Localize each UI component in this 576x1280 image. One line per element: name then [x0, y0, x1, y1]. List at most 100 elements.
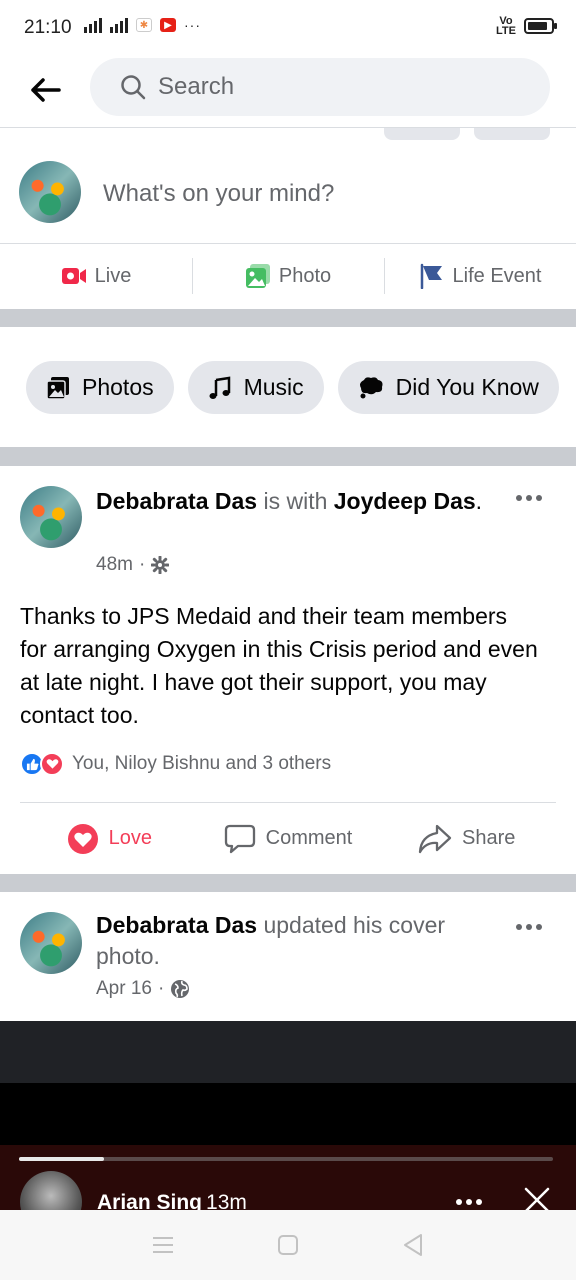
post-header: Debabrata Das updated his cover photo. A…: [0, 892, 576, 1021]
post-meta: 48m ·: [96, 554, 170, 576]
more-dot-icon: [476, 1199, 482, 1205]
status-left-icons: ✱ ▶ ···: [84, 17, 201, 33]
status-bar: 21:10 ✱ ▶ ··· Vo LTE: [0, 0, 576, 56]
love-label: Love: [108, 827, 153, 849]
back-triangle-icon: [404, 1234, 423, 1256]
more-dot-icon: [456, 1199, 462, 1205]
chip-label: Did You Know: [395, 374, 539, 400]
composer-prompt[interactable]: What's on your mind?: [103, 180, 334, 208]
post-text: Thanks to JPS Medaid and their team memb…: [20, 603, 538, 728]
live-button[interactable]: Live: [0, 244, 192, 308]
home-square-icon: [277, 1235, 298, 1255]
live-label: Live: [94, 264, 132, 287]
more-dot-icon: [536, 495, 542, 501]
battery-icon: [524, 18, 557, 34]
story-more-button[interactable]: [456, 1199, 482, 1205]
top-bar: Search: [0, 56, 576, 128]
cover-photo[interactable]: [0, 1021, 576, 1083]
app-notification-icon: ✱: [136, 18, 152, 32]
more-dot-icon: [526, 924, 532, 930]
avatar[interactable]: [20, 1171, 82, 1210]
post-time[interactable]: 48m: [96, 554, 133, 576]
post-more-button[interactable]: [516, 920, 546, 934]
author-name[interactable]: Debabrata Das: [96, 912, 257, 938]
avatar[interactable]: [20, 912, 82, 974]
chip-did-you-know[interactable]: Did You Know: [337, 361, 559, 414]
post-meta: Apr 16 ·: [96, 978, 190, 1000]
story-time: 13m: [206, 1191, 247, 1210]
profile-chips: Photos Music Did You Know: [26, 361, 559, 414]
section-divider: [0, 874, 576, 892]
chip-label: Music: [243, 374, 304, 400]
live-video-icon: [61, 268, 86, 284]
status-time: 21:10: [24, 17, 72, 38]
post-more-button[interactable]: [516, 491, 546, 505]
life-event-button[interactable]: Life Event: [384, 244, 576, 308]
love-button[interactable]: Love: [20, 803, 199, 874]
comment-label: Comment: [265, 827, 353, 849]
more-dot-icon: [516, 495, 522, 501]
share-button[interactable]: Share: [377, 803, 556, 874]
youtube-icon: ▶: [160, 18, 176, 32]
avatar[interactable]: [20, 486, 82, 548]
post-header: Debabrata Das is with Joydeep Das. 48m ·: [0, 466, 576, 602]
flag-icon: [420, 263, 442, 289]
avatar[interactable]: [19, 161, 81, 223]
comment-icon: [224, 824, 255, 853]
comment-button[interactable]: Comment: [199, 803, 378, 874]
story-user: Arian Sing 13m: [97, 1191, 247, 1210]
section-divider: [0, 309, 576, 327]
more-dot-icon: [526, 495, 532, 501]
gear-icon: [151, 556, 170, 574]
story-username[interactable]: Arian Sing: [97, 1191, 202, 1210]
back-nav-button[interactable]: [399, 1233, 427, 1257]
reactions-summary[interactable]: You, Niloy Bishnu and 3 others: [20, 752, 331, 776]
post-composer[interactable]: What's on your mind?: [0, 140, 576, 244]
life-event-label: Life Event: [452, 264, 542, 287]
volte-icon: Vo LTE: [496, 15, 516, 37]
hidden-chip: [384, 128, 460, 140]
cover-photo-lower: [0, 1083, 576, 1145]
connector-text: is with: [257, 488, 334, 514]
search-input[interactable]: Search: [90, 58, 550, 116]
photos-icon: [46, 376, 69, 400]
search-placeholder: Search: [158, 73, 235, 100]
post-title: Debabrata Das updated his cover photo.: [96, 910, 496, 972]
story-preview[interactable]: Arian Sing 13m: [0, 1145, 576, 1210]
search-icon: [121, 75, 146, 100]
close-icon[interactable]: [522, 1185, 552, 1210]
chip-label: Photos: [82, 374, 154, 400]
more-dot-icon: [516, 924, 522, 930]
music-note-icon: [209, 376, 230, 399]
post-action-bar: Love Comment Share: [20, 802, 556, 874]
photo-label: Photo: [278, 264, 332, 287]
globe-icon: [171, 980, 190, 998]
back-button[interactable]: [28, 72, 64, 108]
more-notifications-icon: ···: [184, 17, 201, 33]
chip-photos[interactable]: Photos: [26, 361, 174, 414]
share-icon: [418, 824, 452, 853]
home-nav-button[interactable]: [274, 1233, 302, 1257]
speech-bubble-icon: [359, 376, 383, 398]
hidden-chip: [474, 128, 550, 140]
status-right-icons: Vo LTE: [496, 15, 557, 37]
signal-icon: [110, 17, 128, 33]
chip-music[interactable]: Music: [187, 361, 324, 414]
story-progress-bar: [19, 1157, 553, 1161]
section-divider: [0, 447, 576, 466]
post-title: Debabrata Das is with Joydeep Das.: [96, 488, 483, 514]
reactions-text: You, Niloy Bishnu and 3 others: [72, 753, 332, 774]
photo-icon: [245, 264, 270, 288]
share-label: Share: [461, 827, 516, 849]
menu-icon: [152, 1237, 173, 1253]
photo-button[interactable]: Photo: [192, 244, 384, 308]
post-time[interactable]: Apr 16: [96, 978, 152, 1000]
tagged-name[interactable]: Joydeep Das: [334, 488, 476, 514]
more-dot-icon: [466, 1199, 472, 1205]
back-arrow-icon: [31, 78, 61, 102]
love-reaction-icon: [40, 752, 64, 776]
menu-nav-button[interactable]: [149, 1233, 177, 1257]
author-name[interactable]: Debabrata Das: [96, 488, 257, 514]
system-nav-bar: [0, 1210, 576, 1280]
composer-actions: Live Photo Life Event: [0, 244, 576, 308]
